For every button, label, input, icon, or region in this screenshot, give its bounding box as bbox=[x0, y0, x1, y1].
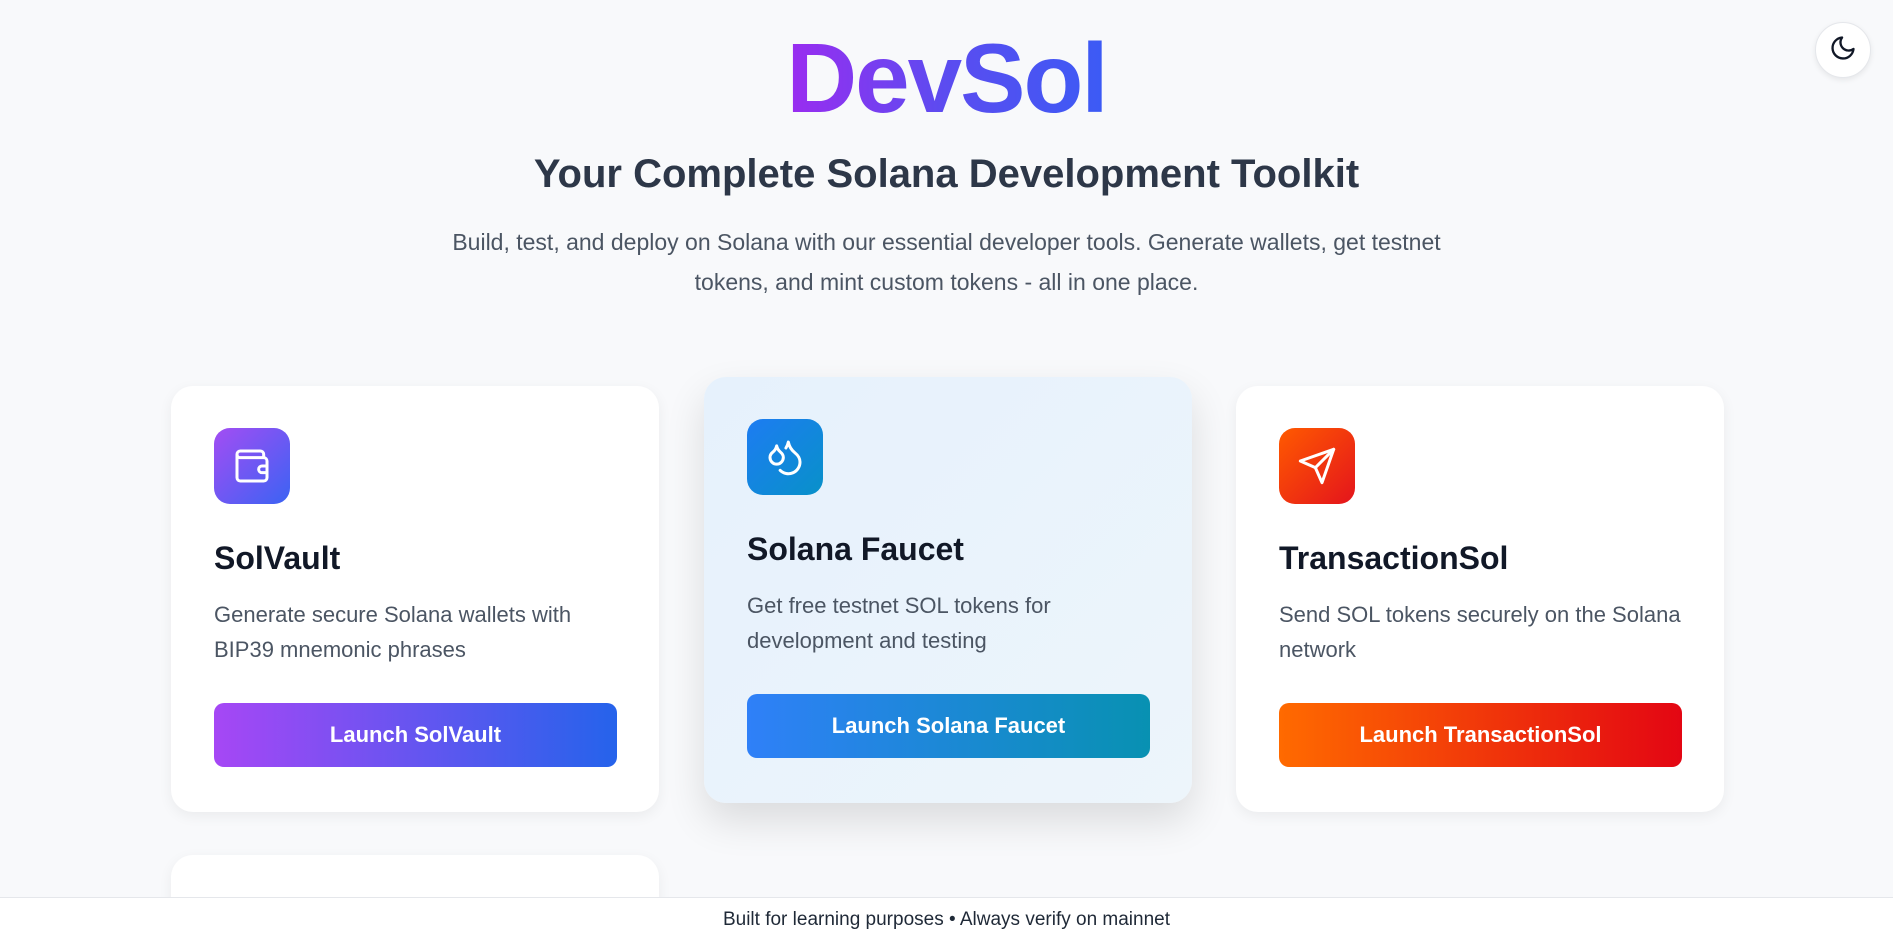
card-description: Generate secure Solana wallets with BIP3… bbox=[214, 602, 572, 662]
card-description: Send SOL tokens securely on the Solana n… bbox=[1279, 602, 1681, 662]
footer: Built for learning purposes • Always ver… bbox=[0, 897, 1893, 941]
card-description: Get free testnet SOL tokens for developm… bbox=[747, 593, 1051, 653]
page-description: Build, test, and deploy on Solana with o… bbox=[452, 229, 1441, 295]
app-logo: DevSol bbox=[786, 23, 1108, 133]
card-title: TransactionSol bbox=[1279, 540, 1509, 576]
droplets-icon bbox=[747, 419, 823, 495]
send-icon bbox=[1279, 428, 1355, 504]
launch-solvault-button[interactable]: Launch SolVault bbox=[214, 703, 617, 767]
page-subtitle: Your Complete Solana Development Toolkit bbox=[533, 152, 1360, 196]
footer-text: Built for learning purposes • Always ver… bbox=[722, 908, 1171, 930]
launch-transactionsol-button[interactable]: Launch TransactionSol bbox=[1279, 703, 1682, 767]
card-title: Solana Faucet bbox=[747, 531, 964, 567]
launch-solana-faucet-button[interactable]: Launch Solana Faucet bbox=[747, 694, 1150, 758]
card-title: SolVault bbox=[214, 540, 341, 576]
card-transactionsol: TransactionSol Send SOL tokens securely … bbox=[1236, 386, 1724, 812]
card-solvault: SolVault Generate secure Solana wallets … bbox=[171, 386, 659, 812]
wallet-icon bbox=[214, 428, 290, 504]
card-solana-faucet: Solana Faucet Get free testnet SOL token… bbox=[704, 377, 1192, 803]
